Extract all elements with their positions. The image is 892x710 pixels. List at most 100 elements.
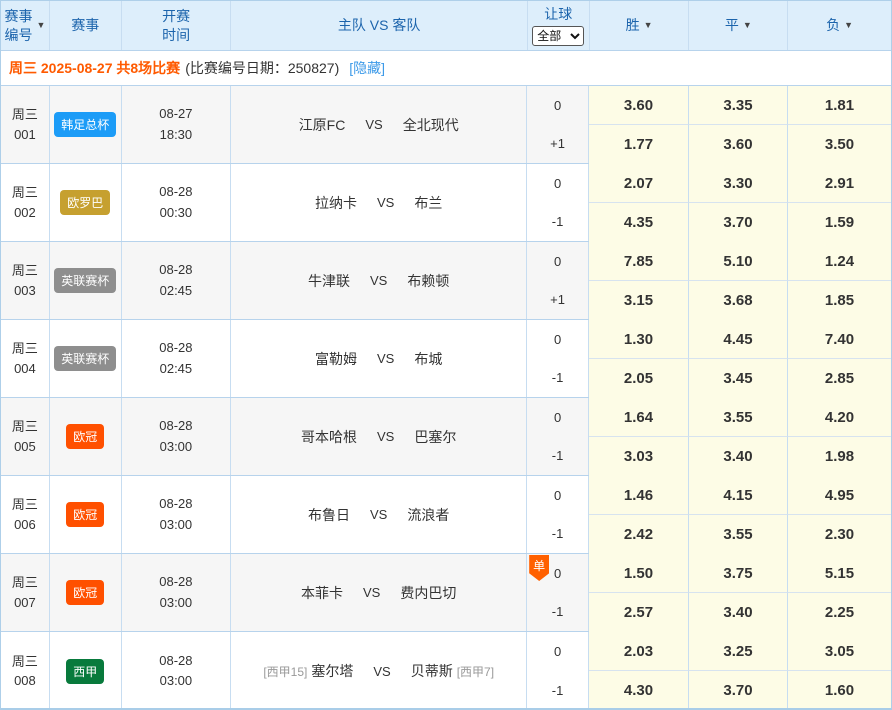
odds-win[interactable]: 1.77 [589,125,689,164]
odds-lose[interactable]: 3.05 [788,632,891,671]
match-date: 08-28 [159,651,192,671]
odds-win[interactable]: 2.57 [589,593,689,632]
odds-lose[interactable]: 2.91 [788,164,891,203]
handicap-header-label: 让球 [544,5,572,23]
home-team: 塞尔塔 [311,661,353,681]
column-header-teams: 主队 VS 客队 [231,1,527,50]
column-header-time: 开赛 时间 [122,1,232,50]
odds-draw[interactable]: 3.40 [689,437,788,476]
odds-draw[interactable]: 4.15 [689,476,788,515]
handicap-value: +1 [527,125,588,164]
odds-draw[interactable]: 3.70 [689,203,788,242]
odds-draw[interactable]: 4.45 [689,320,788,359]
odds-win[interactable]: 2.05 [589,359,689,398]
away-team: 流浪者 [407,505,449,525]
odds-win[interactable]: 1.50 [589,554,689,593]
handicap-cell: 0 +1 [527,242,589,319]
odds-lose[interactable]: 2.30 [788,515,891,554]
odds-draw[interactable]: 3.35 [689,86,788,125]
odds-lose[interactable]: 1.59 [788,203,891,242]
match-day: 周三 [12,261,38,281]
odds-lose[interactable]: 1.24 [788,242,891,281]
odds-lose[interactable]: 1.81 [788,86,891,125]
odds-draw[interactable]: 3.55 [689,398,788,437]
odds-win[interactable]: 3.15 [589,281,689,320]
odds-draw[interactable]: 3.40 [689,593,788,632]
odds-win[interactable]: 1.46 [589,476,689,515]
match-row: 周三 004 英联赛杯 08-28 02:45 富勒姆 VS 布城 0 -1 1… [1,320,891,398]
odds-lose[interactable]: 3.50 [788,125,891,164]
odds-lose[interactable]: 1.85 [788,281,891,320]
match-date: 08-28 [159,260,192,280]
vs-label: VS [363,585,380,600]
league-badge: 欧冠 [66,424,104,449]
odds-lose[interactable]: 5.15 [788,554,891,593]
odds-draw[interactable]: 3.30 [689,164,788,203]
match-number: 007 [14,593,36,613]
home-team: 哥本哈根 [301,427,357,447]
odds-draw[interactable]: 3.75 [689,554,788,593]
match-day: 周三 [12,105,38,125]
match-number: 002 [14,203,36,223]
teams-cell: 布鲁日 VS 流浪者 [231,476,527,553]
odds-grid: 1.30 4.45 7.40 2.05 3.45 2.85 [589,320,891,397]
odds-lose[interactable]: 4.20 [788,398,891,437]
handicap-cell: 0 -1 [527,632,589,710]
odds-win[interactable]: 4.35 [589,203,689,242]
match-number: 006 [14,515,36,535]
home-team: 拉纳卡 [315,193,357,213]
odds-lose[interactable]: 7.40 [788,320,891,359]
odds-win[interactable]: 2.42 [589,515,689,554]
odds-win[interactable]: 7.85 [589,242,689,281]
odds-draw[interactable]: 3.45 [689,359,788,398]
match-id-header-line1: 赛事 [4,7,32,25]
away-team: 费内巴切 [400,583,456,603]
odds-grid: 2.07 3.30 2.91 4.35 3.70 1.59 [589,164,891,241]
match-id-cell: 周三 001 [1,86,50,163]
column-header-league: 赛事 [50,1,122,50]
sort-caret-win-icon[interactable]: ▼ [644,21,653,30]
odds-win[interactable]: 3.03 [589,437,689,476]
odds-lose[interactable]: 1.98 [788,437,891,476]
odds-win[interactable]: 1.30 [589,320,689,359]
sort-caret-match-id-icon[interactable]: ▼ [36,21,45,30]
sort-caret-draw-icon[interactable]: ▼ [743,21,752,30]
league-cell: 欧罗巴 [50,164,122,241]
away-team: 布赖顿 [407,271,449,291]
odds-lose[interactable]: 2.25 [788,593,891,632]
handicap-value: -1 [527,359,588,398]
odds-draw[interactable]: 5.10 [689,242,788,281]
odds-draw[interactable]: 3.60 [689,125,788,164]
odds-grid: 1.64 3.55 4.20 3.03 3.40 1.98 [589,398,891,475]
odds-lose[interactable]: 4.95 [788,476,891,515]
vs-label: VS [370,507,387,522]
teams-cell: 哥本哈根 VS 巴塞尔 [231,398,527,475]
odds-draw[interactable]: 3.70 [689,671,788,710]
odds-grid: 7.85 5.10 1.24 3.15 3.68 1.85 [589,242,891,319]
handicap-value: 0 [527,320,588,359]
odds-lose[interactable]: 1.60 [788,671,891,710]
sort-caret-lose-icon[interactable]: ▼ [844,21,853,30]
odds-win[interactable]: 2.03 [589,632,689,671]
odds-win[interactable]: 4.30 [589,671,689,710]
odds-grid: 3.60 3.35 1.81 1.77 3.60 3.50 [589,86,891,163]
match-id-cell: 周三 006 [1,476,50,553]
odds-draw[interactable]: 3.55 [689,515,788,554]
match-code-date-note: (比赛编号日期：250827) [185,58,339,78]
odds-draw[interactable]: 3.25 [689,632,788,671]
handicap-filter-select[interactable]: 全部 [532,26,584,46]
vs-label: VS [377,351,394,366]
odds-draw[interactable]: 3.68 [689,281,788,320]
odds-win[interactable]: 3.60 [589,86,689,125]
odds-lose[interactable]: 2.85 [788,359,891,398]
match-number: 004 [14,359,36,379]
time-cell: 08-28 03:00 [122,476,232,553]
odds-win[interactable]: 1.64 [589,398,689,437]
hide-link[interactable]: [隐藏] [349,58,385,78]
odds-grid: 1.46 4.15 4.95 2.42 3.55 2.30 [589,476,891,553]
odds-win[interactable]: 2.07 [589,164,689,203]
odds-table: 赛事 编号 ▼ 赛事 开赛 时间 主队 VS 客队 让球 全部 胜 [0,0,892,710]
handicap-cell: 0 +1 [527,86,589,163]
teams-cell: 牛津联 VS 布赖顿 [231,242,527,319]
league-badge: 欧罗巴 [60,190,110,215]
